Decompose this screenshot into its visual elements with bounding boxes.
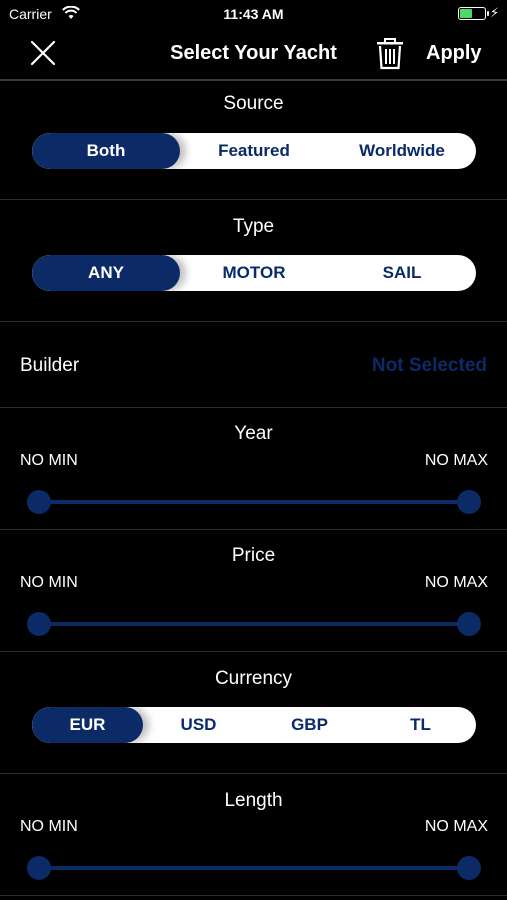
source-option-both[interactable]: Both: [32, 133, 180, 169]
type-title: Type: [232, 216, 275, 237]
year-max-label: NO MAX: [424, 452, 488, 469]
divider: [0, 895, 507, 896]
divider: [0, 529, 507, 530]
builder-value[interactable]: Not Selected: [372, 355, 487, 377]
year-slider-track[interactable]: [38, 500, 470, 504]
nav-bar: Select Your Yacht Apply: [0, 28, 507, 80]
divider: [0, 651, 507, 652]
currency-option-tl[interactable]: TL: [365, 707, 476, 743]
battery-icon: [458, 7, 489, 20]
apply-button[interactable]: Apply: [426, 42, 482, 65]
source-option-featured[interactable]: Featured: [180, 133, 328, 169]
type-option-motor[interactable]: MOTOR: [180, 255, 328, 291]
divider: [0, 321, 507, 322]
price-min-label: NO MIN: [20, 574, 78, 591]
status-bar: Carrier 11:43 AM ⚡: [0, 0, 507, 28]
divider: [0, 773, 507, 774]
currency-segmented-control: EUR USD GBP TL: [32, 707, 476, 743]
source-title: Source: [223, 93, 284, 114]
source-option-worldwide[interactable]: Worldwide: [328, 133, 476, 169]
length-slider-min-thumb[interactable]: [27, 856, 51, 880]
source-segmented-control: Both Featured Worldwide: [32, 133, 476, 169]
trash-icon[interactable]: [374, 36, 406, 70]
year-title: Year: [234, 423, 273, 444]
length-title: Length: [224, 790, 283, 811]
length-max-label: NO MAX: [424, 818, 488, 835]
divider: [0, 199, 507, 200]
currency-title: Currency: [214, 668, 293, 689]
type-option-any[interactable]: ANY: [32, 255, 180, 291]
nav-divider: [0, 79, 507, 81]
year-slider-max-thumb[interactable]: [457, 490, 481, 514]
price-slider-min-thumb[interactable]: [27, 612, 51, 636]
year-slider-min-thumb[interactable]: [27, 490, 51, 514]
divider: [0, 407, 507, 408]
type-segmented-control: ANY MOTOR SAIL: [32, 255, 476, 291]
length-slider-max-thumb[interactable]: [457, 856, 481, 880]
price-title: Price: [231, 545, 276, 566]
type-option-sail[interactable]: SAIL: [328, 255, 476, 291]
currency-option-gbp[interactable]: GBP: [254, 707, 365, 743]
price-max-label: NO MAX: [424, 574, 488, 591]
status-time: 11:43 AM: [223, 6, 284, 22]
charging-icon: ⚡: [490, 5, 500, 20]
price-slider-max-thumb[interactable]: [457, 612, 481, 636]
length-slider-track[interactable]: [38, 866, 470, 870]
builder-label: Builder: [20, 355, 80, 376]
price-slider-track[interactable]: [38, 622, 470, 626]
year-min-label: NO MIN: [20, 452, 78, 469]
length-min-label: NO MIN: [20, 818, 78, 835]
currency-option-eur[interactable]: EUR: [32, 707, 143, 743]
currency-option-usd[interactable]: USD: [143, 707, 254, 743]
